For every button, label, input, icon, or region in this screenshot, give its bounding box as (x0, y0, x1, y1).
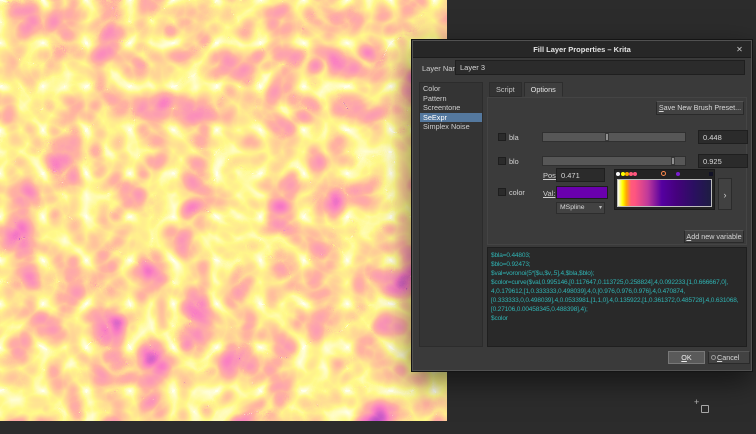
color-label: color (509, 188, 525, 197)
gradient-stop-marker-selected[interactable] (661, 171, 666, 176)
cancel-icon (711, 355, 716, 360)
chevron-down-icon: ▾ (599, 203, 602, 213)
list-item-seexpr[interactable]: SeExpr (420, 113, 482, 123)
interpolation-value: MSpline (560, 204, 585, 211)
blo-value-input[interactable] (698, 154, 748, 168)
cancel-button-label: Cancel (717, 353, 739, 362)
gradient-stop-marker[interactable] (676, 172, 680, 176)
gradient-stops-row (615, 170, 714, 178)
script-line: [0.333333,0,0.498039],4,0.0533981,[1,1,0… (491, 296, 746, 305)
krita-workspace: Fill Layer Properties – Krita ✕ Layer Na… (0, 0, 756, 434)
bla-label: bla (509, 133, 519, 142)
blo-checkbox[interactable] (498, 157, 506, 165)
list-item-pattern[interactable]: Pattern (420, 94, 482, 104)
dialog-title: Fill Layer Properties – Krita (533, 45, 631, 54)
pos-input[interactable] (556, 168, 605, 182)
canvas-fill-layer-preview[interactable] (0, 0, 447, 421)
cancel-button[interactable]: Cancel (708, 351, 750, 364)
script-line: $blo=0.92473; (491, 260, 746, 269)
close-icon[interactable]: ✕ (734, 44, 745, 55)
generator-list: Color Pattern Screentone SeExpr Simplex … (419, 82, 483, 347)
interpolation-combo[interactable]: MSpline ▾ (556, 202, 605, 214)
script-line: 4,0.179612,[1,0.333333,0.498039],4,0,[0.… (491, 287, 746, 296)
blo-slider-handle[interactable] (671, 157, 675, 165)
tab-bar: Script Options (487, 82, 563, 97)
fill-layer-properties-dialog: Fill Layer Properties – Krita ✕ Layer Na… (412, 40, 752, 371)
dialog-titlebar[interactable]: Fill Layer Properties – Krita ✕ (413, 41, 751, 58)
parameter-row-bla: bla (488, 130, 746, 145)
crop-tool-cursor: + (694, 398, 714, 418)
val-label: Val: (543, 189, 555, 198)
list-item-simplex-noise[interactable]: Simplex Noise (420, 122, 482, 132)
tab-script[interactable]: Script (489, 82, 522, 97)
list-item-color[interactable]: Color (420, 84, 482, 94)
script-line: $color=curve($val,0.995146,[0.117647,0.1… (491, 278, 746, 287)
add-new-variable-button[interactable]: Add new variable (684, 230, 744, 243)
bla-slider[interactable] (542, 132, 686, 142)
color-checkbox[interactable] (498, 188, 506, 196)
list-item-screentone[interactable]: Screentone (420, 103, 482, 113)
gradient-stop-marker[interactable] (709, 172, 713, 176)
seexpr-script-editor[interactable]: $bla=0.44803; $blo=0.92473; $val=voronoi… (487, 247, 747, 347)
parameter-row-blo: blo (488, 154, 746, 169)
blo-label: blo (509, 157, 519, 166)
tab-options[interactable]: Options (524, 82, 563, 97)
gradient-editor[interactable] (614, 169, 715, 210)
script-line: $bla=0.44803; (491, 251, 746, 260)
crop-frame-icon (701, 405, 709, 413)
save-new-brush-preset-button[interactable]: Save New Brush Preset... (656, 101, 744, 115)
bla-value-input[interactable] (698, 130, 748, 144)
gradient-ramp[interactable] (617, 179, 712, 207)
script-line: $val=voronoi(5*[$u,$v,.5],4,$bla,$blo); (491, 269, 746, 278)
script-line: $color (491, 314, 746, 323)
script-line: [0.27106,0.00458345,0.488398],4); (491, 305, 746, 314)
gradient-chevron-right-button[interactable]: › (718, 178, 732, 210)
gradient-stop-marker[interactable] (616, 172, 620, 176)
gradient-stop-marker[interactable] (633, 172, 637, 176)
bla-checkbox[interactable] (498, 133, 506, 141)
layer-name-input[interactable] (455, 60, 745, 75)
bla-slider-handle[interactable] (605, 133, 609, 141)
options-panel: Save New Brush Preset... bla blo (487, 97, 747, 245)
val-color-swatch[interactable] (556, 186, 608, 199)
blo-slider[interactable] (542, 156, 686, 166)
ok-button[interactable]: OK (668, 351, 705, 364)
crosshair-icon: + (694, 398, 699, 407)
